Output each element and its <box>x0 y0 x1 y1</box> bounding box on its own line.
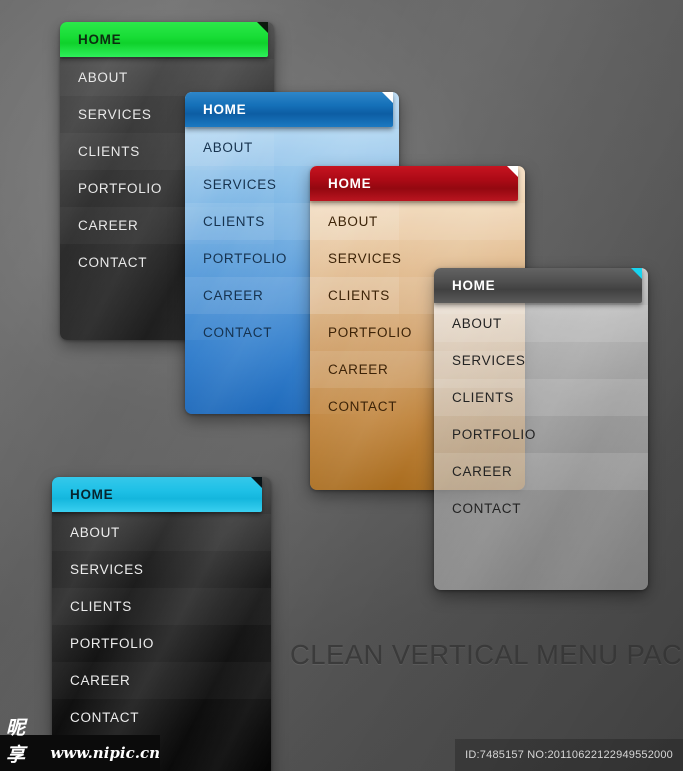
menu-item-list: HOME ABOUT SERVICES CLIENTS PORTFOLIO CA… <box>434 268 648 527</box>
corner-triangle-icon <box>631 268 642 279</box>
active-item-bar[interactable]: HOME <box>60 22 268 57</box>
menu-item-home[interactable]: HOME <box>434 268 648 305</box>
menu-item-home[interactable]: HOME <box>185 92 399 129</box>
menu-item-home[interactable]: HOME <box>60 22 274 59</box>
menu-item-home[interactable]: HOME <box>52 477 271 514</box>
menu-item-portfolio[interactable]: PORTFOLIO <box>434 416 648 453</box>
menu-item-services[interactable]: SERVICES <box>434 342 648 379</box>
corner-triangle-icon <box>257 22 268 33</box>
site-watermark: 昵享网 www.nipic.cn <box>0 717 160 771</box>
menu-item-contact[interactable]: CONTACT <box>52 699 271 736</box>
menu-item-about[interactable]: ABOUT <box>185 129 399 166</box>
menu-item-about[interactable]: ABOUT <box>310 203 525 240</box>
menu-item-label: HOME <box>452 278 496 293</box>
menu-item-label: HOME <box>203 102 247 117</box>
menu-silver: HOME ABOUT SERVICES CLIENTS PORTFOLIO CA… <box>434 268 648 590</box>
active-item-bar[interactable]: HOME <box>185 92 393 127</box>
menu-item-portfolio[interactable]: PORTFOLIO <box>52 625 271 662</box>
menu-item-career[interactable]: CAREER <box>52 662 271 699</box>
menu-item-list: HOME ABOUT SERVICES CLIENTS PORTFOLIO CA… <box>52 477 271 736</box>
active-item-bar[interactable]: HOME <box>310 166 518 201</box>
watermark-logo-text: 昵享网 <box>6 716 27 771</box>
poster-canvas: HOME ABOUT SERVICES CLIENTS PORTFOLIO CA… <box>0 0 683 771</box>
corner-triangle-icon <box>507 166 518 177</box>
menu-black-cyan: HOME ABOUT SERVICES CLIENTS PORTFOLIO CA… <box>52 477 271 771</box>
menu-item-clients[interactable]: CLIENTS <box>52 588 271 625</box>
menu-item-label: HOME <box>78 32 122 47</box>
menu-item-contact[interactable]: CONTACT <box>434 490 648 527</box>
menu-item-about[interactable]: ABOUT <box>52 514 271 551</box>
watermark-url: www.nipic.cn <box>50 744 160 762</box>
menu-item-career[interactable]: CAREER <box>434 453 648 490</box>
active-item-bar[interactable]: HOME <box>434 268 642 303</box>
menu-item-services[interactable]: SERVICES <box>52 551 271 588</box>
menu-item-clients[interactable]: CLIENTS <box>434 379 648 416</box>
pack-title: CLEAN VERTICAL MENU PACK <box>290 639 683 670</box>
corner-triangle-icon <box>382 92 393 103</box>
menu-item-home[interactable]: HOME <box>310 166 525 203</box>
stock-id-strip: ID:7485157 NO:20110622122949552000 <box>455 739 683 771</box>
menu-item-label: HOME <box>328 176 372 191</box>
menu-item-about[interactable]: ABOUT <box>434 305 648 342</box>
menu-item-about[interactable]: ABOUT <box>60 59 274 96</box>
corner-triangle-icon <box>251 477 262 488</box>
menu-item-label: HOME <box>70 487 114 502</box>
active-item-bar[interactable]: HOME <box>52 477 262 512</box>
